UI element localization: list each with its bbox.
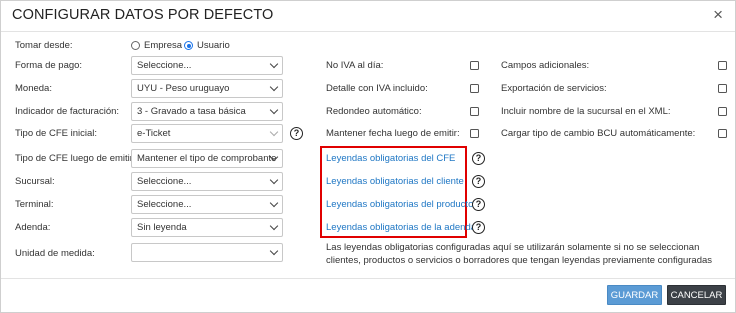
link-leyendas-cfe[interactable]: Leyendas obligatorias del CFE — [326, 153, 455, 165]
redondeo-checkbox[interactable] — [470, 107, 479, 116]
chevron-down-icon — [269, 221, 279, 231]
exportacion-checkbox[interactable] — [718, 84, 727, 93]
adenda-value: Sin leyenda — [137, 222, 187, 233]
mantener-fecha-checkbox[interactable] — [470, 129, 479, 138]
chevron-down-icon — [269, 59, 279, 69]
tipo-cfe-luego-value: Mantener el tipo de comprobante — [137, 153, 277, 164]
link-leyendas-adenda[interactable]: Leyendas obligatorias de la adenda — [326, 222, 476, 234]
adenda-label: Adenda: — [15, 222, 51, 233]
help-icon-leyendas-cliente[interactable]: ? — [472, 175, 485, 188]
terminal-select[interactable]: Seleccione... — [131, 195, 283, 214]
save-button[interactable]: GUARDAR — [607, 285, 662, 305]
chevron-down-icon — [269, 175, 279, 185]
exportacion-label: Exportación de servicios: — [501, 83, 607, 94]
moneda-select[interactable]: UYU - Peso uruguayo — [131, 79, 283, 98]
radio-empresa-label: Empresa — [144, 40, 183, 51]
leyendas-note: Las leyendas obligatorias configuradas a… — [326, 242, 713, 266]
chevron-down-icon — [269, 127, 279, 137]
unidad-medida-select[interactable] — [131, 243, 283, 262]
help-icon-tipo-cfe[interactable]: ? — [290, 127, 303, 140]
dialog-header: CONFIGURAR DATOS POR DEFECTO × — [1, 1, 735, 32]
tipo-cfe-inicial-label: Tipo de CFE inicial: — [15, 128, 98, 139]
incluir-sucursal-label: Incluir nombre de la sucursal en el XML: — [501, 106, 671, 117]
indicador-select[interactable]: 3 - Gravado a tasa básica — [131, 102, 283, 121]
chevron-down-icon — [269, 246, 279, 256]
sucursal-value: Seleccione... — [137, 176, 192, 187]
no-iva-checkbox[interactable] — [470, 61, 479, 70]
sucursal-select[interactable]: Seleccione... — [131, 172, 283, 191]
chevron-down-icon — [269, 198, 279, 208]
radio-usuario[interactable] — [184, 41, 193, 50]
redondeo-label: Redondeo automático: — [326, 106, 422, 117]
tipo-cfe-inicial-select[interactable]: e-Ticket — [131, 124, 283, 143]
incluir-sucursal-checkbox[interactable] — [718, 107, 727, 116]
terminal-label: Terminal: — [15, 199, 54, 210]
forma-pago-select[interactable]: Seleccione... — [131, 56, 283, 75]
help-icon-leyendas-adenda[interactable]: ? — [472, 221, 485, 234]
help-icon-leyendas-producto[interactable]: ? — [472, 198, 485, 211]
radio-empresa[interactable] — [131, 41, 140, 50]
no-iva-label: No IVA al día: — [326, 60, 384, 71]
sucursal-label: Sucursal: — [15, 176, 55, 187]
indicador-label: Indicador de facturación: — [15, 106, 120, 117]
moneda-label: Moneda: — [15, 83, 52, 94]
adenda-select[interactable]: Sin leyenda — [131, 218, 283, 237]
terminal-value: Seleccione... — [137, 199, 192, 210]
link-leyendas-producto[interactable]: Leyendas obligatorias del producto — [326, 199, 473, 211]
forma-pago-label: Forma de pago: — [15, 60, 83, 71]
help-icon-leyendas-cfe[interactable]: ? — [472, 152, 485, 165]
indicador-value: 3 - Gravado a tasa básica — [137, 106, 246, 117]
campos-adicionales-checkbox[interactable] — [718, 61, 727, 70]
close-icon[interactable]: × — [713, 6, 723, 23]
cargar-bcu-label: Cargar tipo de cambio BCU automáticament… — [501, 128, 696, 139]
config-defaults-dialog: CONFIGURAR DATOS POR DEFECTO × Tomar des… — [0, 0, 736, 313]
detalle-iva-label: Detalle con IVA incluido: — [326, 83, 428, 94]
dialog-title: CONFIGURAR DATOS POR DEFECTO — [12, 7, 274, 23]
mantener-fecha-label: Mantener fecha luego de emitir: — [326, 128, 460, 139]
chevron-down-icon — [269, 105, 279, 115]
unidad-medida-label: Unidad de medida: — [15, 248, 95, 259]
campos-adicionales-label: Campos adicionales: — [501, 60, 590, 71]
chevron-down-icon — [269, 82, 279, 92]
detalle-iva-checkbox[interactable] — [470, 84, 479, 93]
tipo-cfe-inicial-value: e-Ticket — [137, 128, 171, 139]
tipo-cfe-luego-label: Tipo de CFE luego de emitir: — [15, 153, 136, 164]
cargar-bcu-checkbox[interactable] — [718, 129, 727, 138]
cancel-button[interactable]: CANCELAR — [667, 285, 726, 305]
tipo-cfe-luego-select[interactable]: Mantener el tipo de comprobante — [131, 149, 283, 168]
footer-divider — [1, 278, 735, 279]
link-leyendas-cliente[interactable]: Leyendas obligatorias del cliente — [326, 176, 464, 188]
tomar-desde-label: Tomar desde: — [15, 40, 73, 51]
radio-usuario-label: Usuario — [197, 40, 230, 51]
moneda-value: UYU - Peso uruguayo — [137, 83, 230, 94]
forma-pago-value: Seleccione... — [137, 60, 192, 71]
